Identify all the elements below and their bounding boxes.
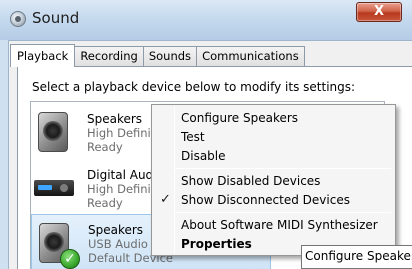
device-status: Ready: [87, 140, 123, 154]
tab-sounds[interactable]: Sounds: [142, 46, 198, 66]
tooltip: Configure Speakers: [301, 245, 412, 269]
menu-item-disable[interactable]: Disable: [181, 149, 226, 163]
device-status: Ready: [87, 196, 123, 210]
tab-strip: Playback Recording Sounds Communications: [10, 44, 305, 67]
menu-item-configure-speakers[interactable]: Configure Speakers: [181, 111, 298, 125]
default-check-icon: ✓: [60, 249, 80, 269]
speaker-icon: [38, 112, 68, 152]
menu-item-show-disconnected-devices[interactable]: Show Disconnected Devices: [181, 193, 350, 207]
menu-separator: [175, 212, 391, 213]
tab-playback[interactable]: Playback: [10, 44, 76, 67]
digital-audio-icon: [34, 180, 74, 196]
device-name: Speakers: [87, 112, 143, 126]
menu-separator: [175, 168, 391, 169]
menu-item-test[interactable]: Test: [181, 130, 205, 144]
tab-recording[interactable]: Recording: [74, 46, 144, 66]
menu-item-show-disabled-devices[interactable]: Show Disabled Devices: [181, 174, 320, 188]
close-button[interactable]: X: [356, 2, 402, 22]
sound-app-icon: [10, 11, 26, 27]
tab-communications[interactable]: Communications: [196, 46, 305, 66]
menu-item-about-midi[interactable]: About Software MIDI Synthesizer: [181, 218, 378, 232]
menu-gutter: [174, 107, 175, 253]
instruction-text: Select a playback device below to modify…: [32, 80, 356, 94]
checkmark-icon: ✓: [160, 192, 171, 207]
window-title: Sound: [32, 9, 80, 27]
device-description: High Definiti: [87, 182, 159, 196]
device-name: Speakers: [88, 223, 144, 237]
menu-item-properties[interactable]: Properties: [181, 237, 252, 251]
title-bar: Sound X: [0, 0, 412, 40]
device-description: High Definiti: [87, 126, 159, 140]
